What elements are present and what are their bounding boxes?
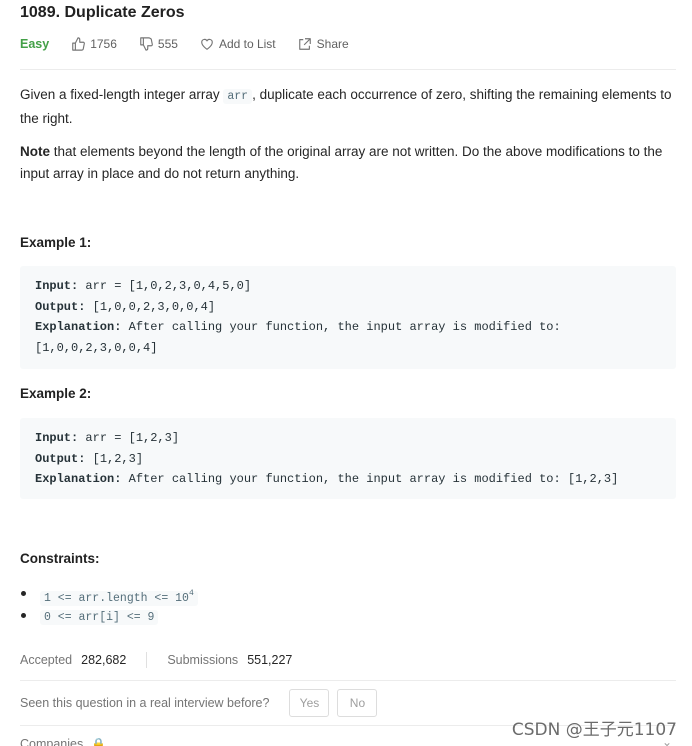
share-label: Share (316, 37, 349, 51)
like-count: 1756 (90, 37, 117, 51)
add-to-list-button[interactable]: Add to List (200, 37, 276, 51)
lock-icon: 🔒 (91, 737, 107, 746)
constraint-item: 1 <= arr.length <= 104 (21, 583, 198, 606)
example-output-line: Output: [1,2,3] (35, 451, 144, 466)
description-paragraph: Given a fixed-length integer array arr, … (20, 87, 672, 126)
submissions-value: 551,227 (247, 653, 293, 667)
problem-meta-bar: Easy 1756 555 Add to List Share (20, 37, 371, 51)
inline-code: arr (223, 89, 253, 104)
example-output-line: Output: [1,0,0,2,3,0,0,4] (35, 299, 216, 314)
add-to-list-label: Add to List (218, 37, 276, 51)
like-button[interactable]: 1756 (71, 37, 117, 51)
note-label: Note (20, 144, 50, 159)
heart-icon (201, 38, 213, 50)
example-input-line: Input: arr = [1,2,3] (35, 431, 180, 445)
example-1-heading: Example 1: (20, 235, 92, 250)
companies-label: Companies (20, 737, 84, 746)
example-input-line: Input: arr = [1,0,2,3,0,4,5,0] (35, 279, 252, 293)
dislike-button[interactable]: 555 (139, 37, 178, 51)
interview-feedback: Seen this question in a real interview b… (20, 689, 385, 717)
dislike-count: 555 (157, 37, 178, 51)
stats-divider (146, 652, 148, 668)
example-explanation-continuation: [1,0,0,2,3,0,0,4] (35, 340, 158, 355)
accepted-label: Accepted (20, 653, 73, 667)
share-button[interactable]: Share (298, 37, 349, 51)
constraints-list: 1 <= arr.length <= 104 0 <= arr[i] <= 9 (21, 583, 198, 627)
submissions-label: Submissions (167, 653, 239, 667)
example-1-block: Input: arr = [1,0,2,3,0,4,5,0] Output: [… (20, 266, 676, 369)
example-2-block: Input: arr = [1,2,3] Output: [1,2,3] Exp… (20, 418, 676, 499)
divider (20, 69, 676, 70)
share-icon (298, 38, 311, 50)
constraints-heading: Constraints: (20, 551, 100, 566)
example-explanation-line: Explanation: After calling your function… (35, 472, 619, 486)
difficulty-badge: Easy (20, 37, 50, 51)
example-2-heading: Example 2: (20, 386, 92, 401)
companies-section[interactable]: Companies 🔒 (20, 737, 106, 746)
watermark: CSDN @王子元1107 (511, 720, 677, 740)
constraint-item: 0 <= arr[i] <= 9 (21, 605, 198, 627)
problem-title: 1089. Duplicate Zeros (20, 4, 185, 21)
note-paragraph: Note that elements beyond the length of … (20, 144, 663, 181)
no-button[interactable]: No (337, 689, 378, 717)
interview-question: Seen this question in a real interview b… (20, 696, 270, 710)
divider (20, 680, 676, 681)
thumbs-down-icon (140, 37, 153, 51)
yes-button[interactable]: Yes (289, 689, 330, 717)
thumbs-up-icon (72, 37, 86, 51)
submission-stats: Accepted 282,682 Submissions 551,227 (20, 652, 292, 668)
accepted-value: 282,682 (81, 653, 127, 667)
example-explanation-line: Explanation: After calling your function… (35, 320, 561, 334)
